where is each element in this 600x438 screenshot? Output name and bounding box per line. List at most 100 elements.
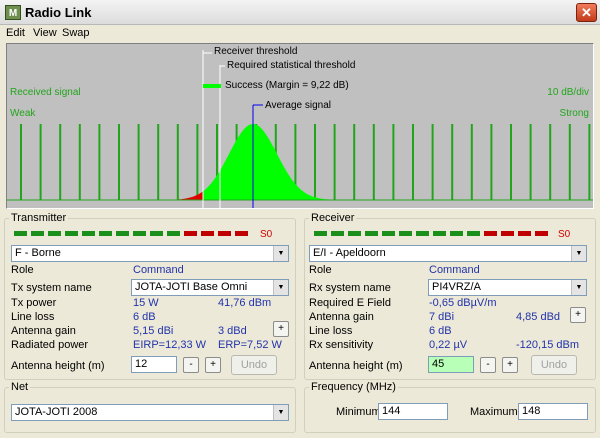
frequency-min-input[interactable]: 144	[378, 403, 448, 420]
meter-segment	[365, 231, 378, 236]
radio-mobile-icon: M	[5, 5, 21, 20]
tx-power-w: 15 W	[133, 297, 159, 309]
transmitter-legend: Transmitter	[11, 212, 67, 224]
scale-label: 10 dB/div	[547, 87, 589, 98]
tx-eirp: EIRP=12,33 W	[133, 339, 207, 351]
meter-segment	[218, 231, 231, 236]
net-legend: Net	[11, 381, 29, 393]
meter-segment	[31, 231, 44, 236]
meter-segment	[82, 231, 95, 236]
meter-segment	[116, 231, 129, 236]
meter-segment	[535, 231, 548, 236]
transmitter-site-value: F - Borne	[15, 247, 61, 259]
net-select[interactable]: JOTA-JOTI 2008 ▼	[11, 404, 289, 421]
tx-power-dbm: 41,76 dBm	[218, 297, 272, 309]
receiver-legend: Receiver	[311, 212, 355, 224]
net-value: JOTA-JOTI 2008	[15, 406, 98, 418]
rx-height-minus-button[interactable]: -	[480, 357, 496, 373]
meter-segment	[184, 231, 197, 236]
meter-segment	[65, 231, 78, 236]
rx-req-field-value: -0,65 dBµV/m	[429, 297, 497, 309]
fail-distribution-area	[157, 191, 203, 200]
tx-line-loss-value: 6 dB	[133, 311, 156, 323]
tx-system-select[interactable]: JOTA-JOTI Base Omni ▼	[131, 279, 289, 296]
meter-segment	[133, 231, 146, 236]
menu-view[interactable]: View	[33, 27, 57, 39]
tx-system-value: JOTA-JOTI Base Omni	[135, 281, 248, 293]
meter-segment	[433, 231, 446, 236]
rx-role-value: Command	[429, 264, 480, 276]
tx-radiated-label: Radiated power	[11, 339, 89, 351]
transmitter-site-select[interactable]: F - Borne ▼	[11, 245, 289, 262]
frequency-max-input[interactable]: 148	[518, 403, 588, 420]
tx-gain-plus-button[interactable]: +	[273, 321, 289, 337]
rx-gain-label: Antenna gain	[309, 311, 374, 323]
rx-gain-plus-button[interactable]: +	[570, 307, 586, 323]
rx-height-label: Antenna height (m)	[309, 360, 403, 372]
rx-sens-dbm: -120,15 dBm	[516, 339, 579, 351]
tx-height-label: Antenna height (m)	[11, 360, 105, 372]
rx-height-input[interactable]: 45	[428, 356, 474, 373]
tx-height-input[interactable]: 12	[131, 356, 177, 373]
receiver-meter-value: S0	[558, 229, 571, 240]
meter-segment	[399, 231, 412, 236]
meter-segment	[501, 231, 514, 236]
tx-gain-dbi: 5,15 dBi	[133, 325, 174, 337]
title-bar: M Radio Link ✕	[0, 0, 600, 25]
tx-erp: ERP=7,52 W	[218, 339, 282, 351]
meter-segment	[331, 231, 344, 236]
success-label: Success (Margin = 9,22 dB)	[225, 80, 349, 91]
received-signal-label: Received signal	[10, 87, 81, 98]
signal-distribution-graph: Receiver threshold Required statistical …	[6, 43, 594, 209]
tx-power-label: Tx power	[11, 297, 57, 309]
transmitter-meter-value: S0	[260, 229, 273, 240]
transmitter-signal-meter	[14, 231, 250, 238]
rx-height-plus-button[interactable]: +	[502, 357, 518, 373]
menu-bar: Edit View Swap	[0, 25, 600, 42]
chevron-down-icon[interactable]: ▼	[273, 405, 288, 420]
chevron-down-icon[interactable]: ▼	[571, 246, 586, 261]
meter-segment	[150, 231, 163, 236]
chevron-down-icon[interactable]: ▼	[273, 280, 288, 295]
rx-system-select[interactable]: PI4VRZ/A ▼	[428, 279, 587, 296]
meter-segment	[235, 231, 248, 236]
strong-label: Strong	[559, 108, 589, 119]
chevron-down-icon[interactable]: ▼	[571, 280, 586, 295]
tx-height-minus-button[interactable]: -	[183, 357, 199, 373]
frequency-max-label: Maximum	[470, 406, 518, 418]
tx-role-label: Role	[11, 264, 34, 276]
division-bars	[20, 124, 591, 200]
meter-segment	[48, 231, 61, 236]
rx-gain-dbd: 4,85 dBd	[516, 311, 561, 323]
receiver-site-select[interactable]: E/I - Apeldoorn ▼	[309, 245, 587, 262]
tx-role-value: Command	[133, 264, 184, 276]
meter-segment	[99, 231, 112, 236]
rx-system-value: PI4VRZ/A	[432, 281, 481, 293]
menu-swap[interactable]: Swap	[62, 27, 90, 39]
meter-segment	[467, 231, 480, 236]
rx-sens-label: Rx sensitivity	[309, 339, 374, 351]
rx-req-field-label: Required E Field	[309, 297, 391, 309]
success-marker	[203, 84, 221, 88]
rx-system-label: Rx system name	[309, 282, 391, 294]
receiver-site-value: E/I - Apeldoorn	[313, 247, 386, 259]
menu-edit[interactable]: Edit	[6, 27, 25, 39]
close-button[interactable]: ✕	[576, 3, 597, 22]
tx-gain-dbd: 3 dBd	[218, 325, 247, 337]
tx-system-label: Tx system name	[11, 282, 92, 294]
chevron-down-icon[interactable]: ▼	[273, 246, 288, 261]
meter-segment	[382, 231, 395, 236]
meter-segment	[484, 231, 497, 236]
weak-label: Weak	[10, 108, 36, 119]
receiver-threshold-label: Receiver threshold	[214, 46, 298, 57]
tx-undo-button[interactable]: Undo	[231, 355, 277, 375]
rx-role-label: Role	[309, 264, 332, 276]
meter-segment	[450, 231, 463, 236]
window-title: Radio Link	[25, 5, 92, 20]
rx-undo-button[interactable]: Undo	[531, 355, 577, 375]
frequency-legend: Frequency (MHz)	[311, 381, 396, 393]
average-signal-label: Average signal	[265, 100, 331, 111]
rx-gain-dbi: 7 dBi	[429, 311, 455, 323]
tx-height-plus-button[interactable]: +	[205, 357, 221, 373]
meter-segment	[167, 231, 180, 236]
